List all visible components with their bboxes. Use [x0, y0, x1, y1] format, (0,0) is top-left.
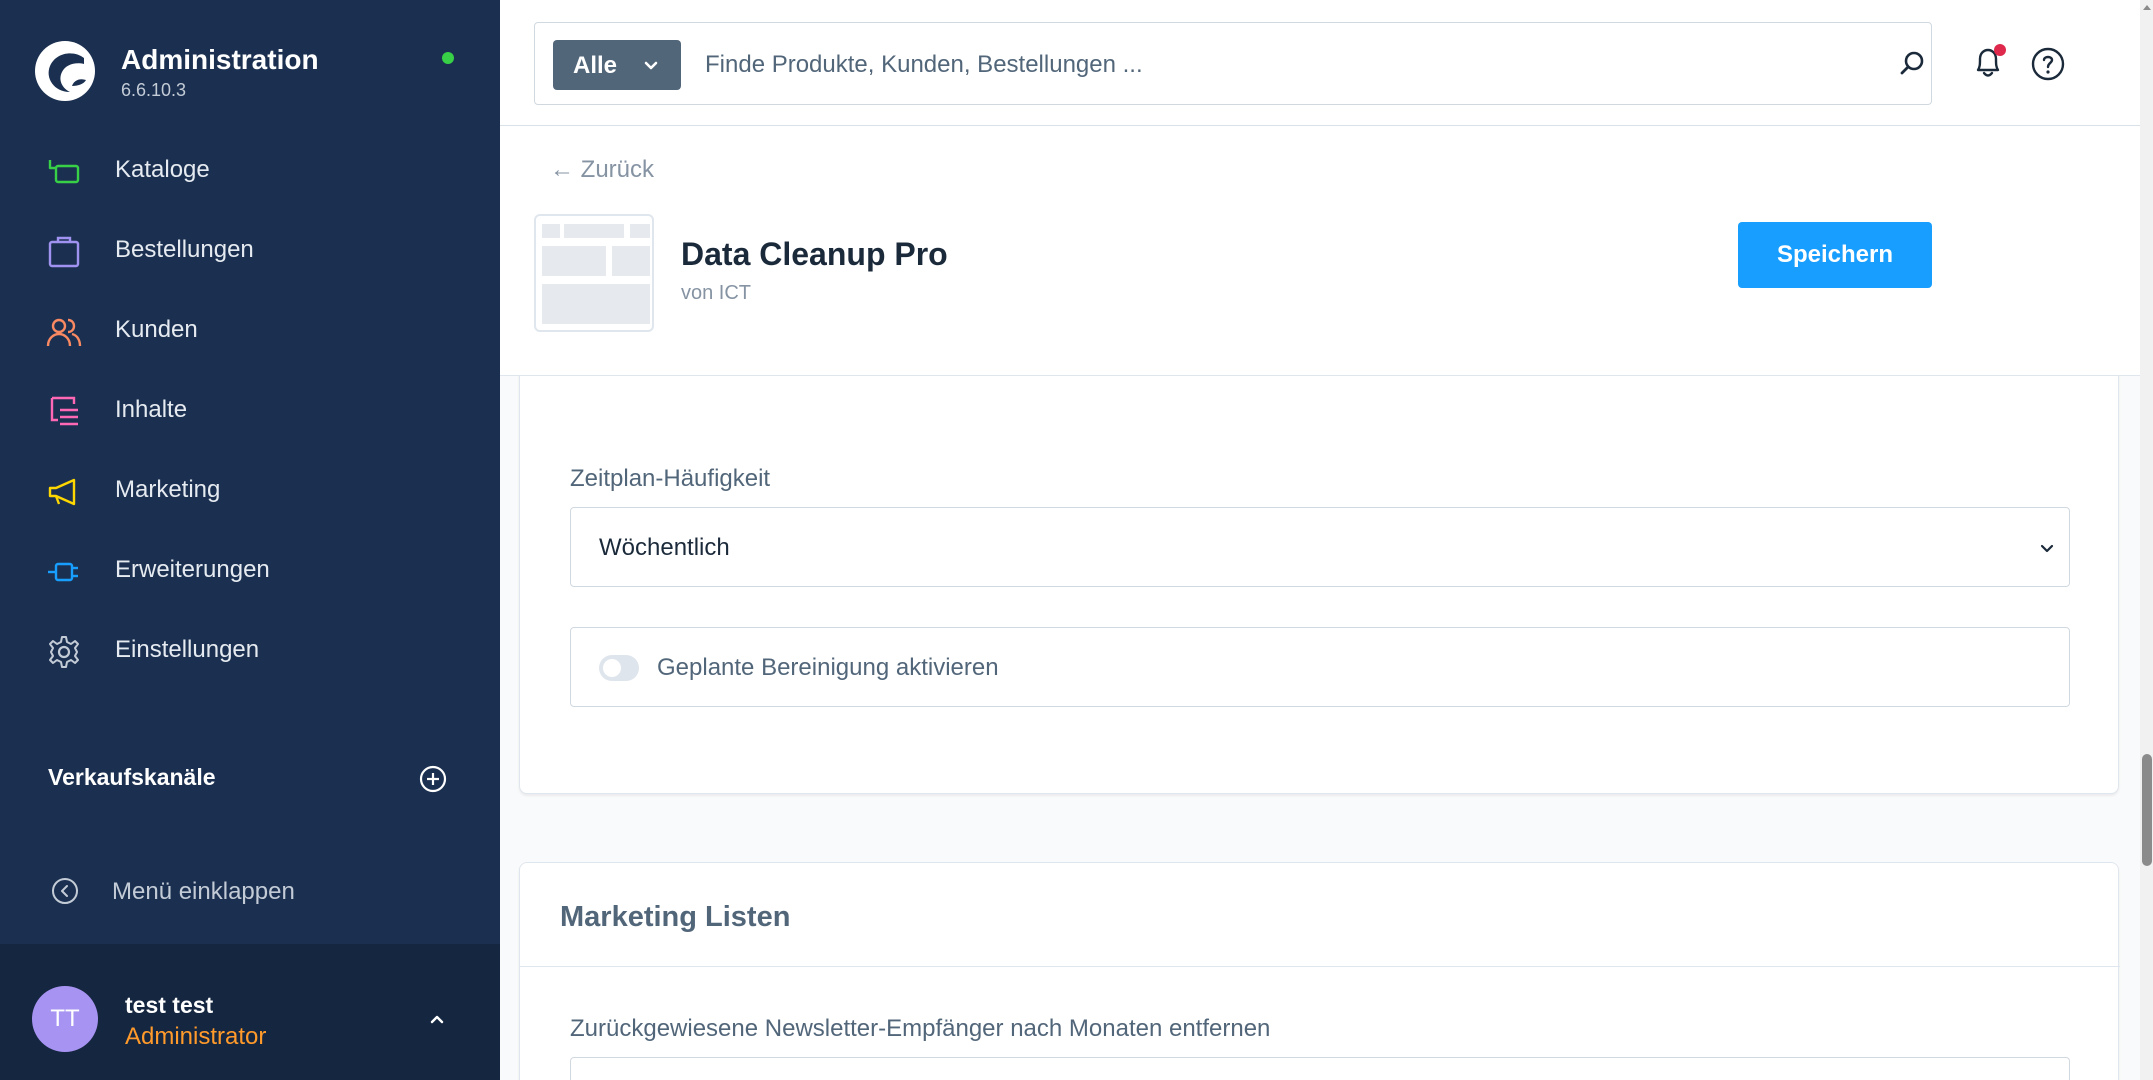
sidebar-item-erweiterungen[interactable]: Erweiterungen [0, 530, 500, 610]
scroll-up-arrow-icon[interactable] [2142, 2, 2152, 14]
help-icon[interactable] [2030, 46, 2066, 82]
app-title: Administration [121, 44, 319, 75]
frequency-select-value: Wöchentlich [599, 534, 730, 561]
sidebar-item-label: Einstellungen [115, 636, 260, 663]
app-version: 6.6.10.3 [121, 80, 187, 100]
global-search: Alle [534, 22, 1932, 105]
sidebar-item-label: Erweiterungen [115, 556, 270, 583]
card-divider [520, 966, 2120, 967]
scheduled-cleanup-label: Geplante Bereinigung aktivieren [657, 654, 999, 681]
sidebar: Administration 6.6.10.3 Kataloge Bestell… [0, 0, 500, 1080]
bounced-recipients-label: Zurückgewiesene Newsletter-Empfänger nac… [570, 1015, 1271, 1042]
user-menu[interactable]: TT test test Administrator [0, 944, 500, 1080]
scheduled-cleanup-field: Geplante Bereinigung aktivieren [570, 627, 2070, 707]
sidebar-item-einstellungen[interactable]: Einstellungen [0, 610, 500, 690]
sidebar-item-label: Bestellungen [115, 236, 254, 263]
frequency-label: Zeitplan-Häufigkeit [570, 465, 771, 492]
user-name: test test [125, 992, 214, 1018]
sidebar-item-label: Marketing [115, 476, 221, 503]
save-button[interactable]: Speichern [1738, 222, 1932, 288]
brand-header: Administration 6.6.10.3 [0, 0, 500, 120]
top-bar: Alle [500, 0, 2153, 126]
status-indicator [442, 52, 454, 64]
shopware-logo-icon [35, 41, 95, 101]
extension-page-header: ← Zurück Data Cleanup Pro von ICT Speich… [500, 126, 2140, 376]
sidebar-item-label: Kunden [115, 316, 198, 343]
user-role: Administrator [125, 1023, 267, 1050]
catalog-icon [48, 160, 80, 184]
bounced-recipients-input[interactable] [570, 1057, 2070, 1080]
orders-icon [48, 236, 80, 268]
marketing-card-title: Marketing Listen [560, 901, 791, 933]
collapse-menu-label: Menü einklappen [112, 878, 295, 905]
scrollbar-thumb[interactable] [2142, 754, 2152, 866]
sidebar-item-label: Kataloge [115, 156, 210, 183]
extension-thumbnail [534, 214, 654, 332]
toggle-knob [603, 659, 621, 677]
avatar: TT [32, 986, 98, 1052]
extension-vendor: von ICT [681, 282, 752, 304]
sidebar-item-marketing[interactable]: Marketing [0, 450, 500, 530]
chevron-left-circle-icon [52, 878, 78, 904]
sales-channels-title: Verkaufskanäle [48, 764, 216, 790]
search-type-select[interactable]: Alle [553, 40, 681, 90]
sidebar-item-label: Inhalte [115, 396, 188, 423]
marketing-icon [48, 478, 76, 506]
chevron-down-icon [644, 61, 658, 70]
customers-icon [46, 318, 82, 347]
chevron-down-icon [2040, 544, 2054, 553]
search-input[interactable] [705, 41, 1805, 89]
search-type-label: Alle [573, 52, 618, 79]
search-icon[interactable] [1897, 49, 1927, 79]
collapse-menu-button[interactable]: Menü einklappen [0, 866, 500, 916]
marketing-lists-card: Marketing Listen Zurückgewiesene Newslet… [519, 862, 2120, 1080]
notification-badge [1994, 44, 2006, 56]
back-link[interactable]: ← Zurück [550, 156, 654, 184]
add-circle-icon[interactable] [418, 764, 448, 794]
frequency-select[interactable]: Wöchentlich [570, 507, 2070, 587]
page-scrollbar[interactable] [2140, 0, 2153, 1080]
sidebar-item-bestellungen[interactable]: Bestellungen [0, 210, 500, 290]
chevron-up-icon[interactable] [424, 1006, 450, 1032]
content-icon [50, 396, 78, 426]
sidebar-item-inhalte[interactable]: Inhalte [0, 370, 500, 450]
settings-icon [49, 636, 79, 668]
sidebar-item-kunden[interactable]: Kunden [0, 290, 500, 370]
extensions-icon [48, 562, 78, 582]
scheduled-cleanup-toggle[interactable] [599, 655, 639, 681]
extension-name: Data Cleanup Pro [681, 236, 948, 272]
sidebar-item-kataloge[interactable]: Kataloge [0, 130, 500, 210]
extension-placeholder-image [542, 224, 650, 324]
